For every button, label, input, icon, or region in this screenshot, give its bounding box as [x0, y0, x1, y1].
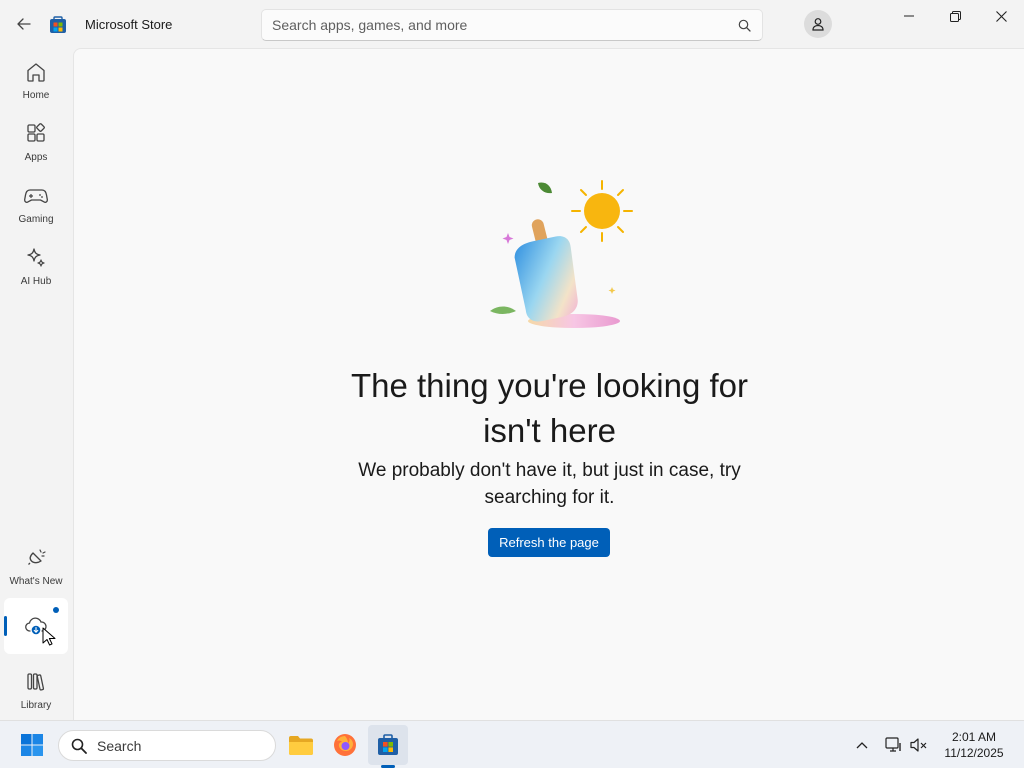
minimize-icon: [904, 15, 914, 17]
app-title: Microsoft Store: [85, 17, 173, 32]
sidebar-item-downloads[interactable]: [4, 598, 68, 654]
person-icon: [812, 18, 824, 31]
speaker-muted-icon: [910, 738, 927, 752]
taskbar-search[interactable]: Search: [58, 730, 276, 761]
microsoft-store-icon: [378, 734, 398, 755]
library-icon: [24, 670, 48, 694]
taskbar-search-label: Search: [97, 737, 142, 754]
taskbar-clock[interactable]: 2:01 AM 11/12/2025: [936, 729, 1012, 761]
restore-icon: [949, 10, 961, 22]
search-box[interactable]: [261, 9, 763, 41]
megaphone-icon: [24, 546, 48, 570]
home-icon: [24, 60, 48, 84]
sidebar-item-label: What's New: [9, 575, 63, 587]
close-icon: [995, 10, 1007, 22]
volume-button[interactable]: [907, 733, 931, 757]
main-content: The thing you're looking for isn't here …: [73, 48, 1024, 720]
clock-date: 11/12/2025: [944, 746, 1004, 760]
sidebar-item-gaming[interactable]: Gaming: [4, 176, 68, 232]
taskbar-file-explorer[interactable]: [281, 725, 321, 765]
page-subtitle: We probably don't have it, but just in c…: [358, 460, 741, 508]
refresh-button[interactable]: Refresh the page: [488, 528, 610, 557]
sidebar-item-library[interactable]: Library: [4, 662, 68, 718]
sidebar-item-label: Apps: [24, 151, 48, 163]
account-button[interactable]: [804, 10, 832, 38]
sidebar-item-home[interactable]: Home: [4, 52, 68, 108]
sun-icon: [571, 180, 633, 242]
minimize-button[interactable]: [886, 0, 932, 32]
chevron-up-icon: [856, 742, 868, 749]
sidebar-item-label: Gaming: [18, 213, 54, 225]
back-button[interactable]: [8, 8, 40, 40]
active-indicator: [4, 616, 7, 636]
apps-icon: [24, 122, 48, 146]
restore-button[interactable]: [932, 0, 978, 32]
mouse-cursor-icon: [42, 627, 56, 646]
sidebar-item-label: Home: [22, 89, 50, 101]
clock-time: 2:01 AM: [951, 730, 997, 744]
sidebar-item-apps[interactable]: Apps: [4, 114, 68, 170]
sidebar-item-label: Library: [20, 699, 52, 711]
sidebar-item-label: AI Hub: [20, 275, 52, 287]
page-title: The thing you're looking for isn't here: [350, 367, 749, 449]
monitor-network-icon: [885, 737, 901, 752]
close-button[interactable]: [978, 0, 1024, 32]
sparkle-icon: [24, 246, 48, 270]
search-icon[interactable]: [736, 17, 752, 33]
store-logo-icon: [50, 16, 66, 33]
back-arrow-icon: [17, 18, 31, 30]
start-button[interactable]: [12, 725, 52, 765]
gamepad-icon: [24, 184, 48, 208]
network-status-button[interactable]: [882, 733, 906, 757]
file-explorer-icon: [289, 736, 313, 755]
title-bar: Microsoft Store: [0, 0, 1024, 48]
show-hidden-icons-button[interactable]: [850, 733, 874, 757]
notification-dot: [53, 607, 59, 613]
sidebar-item-ai-hub[interactable]: AI Hub: [4, 238, 68, 294]
melting-popsicle-illustration: [490, 180, 633, 328]
search-input[interactable]: [272, 17, 736, 33]
taskbar-firefox[interactable]: [325, 725, 365, 765]
sidebar-item-whats-new[interactable]: What's New: [4, 538, 68, 594]
taskbar: Search 2:01 AM 11/12/2025: [0, 720, 1024, 768]
search-icon: [71, 738, 87, 754]
firefox-icon: [334, 734, 356, 756]
start-icon: [21, 734, 43, 756]
taskbar-microsoft-store[interactable]: [368, 725, 408, 765]
store-window: Microsoft Store Home: [0, 0, 1024, 720]
